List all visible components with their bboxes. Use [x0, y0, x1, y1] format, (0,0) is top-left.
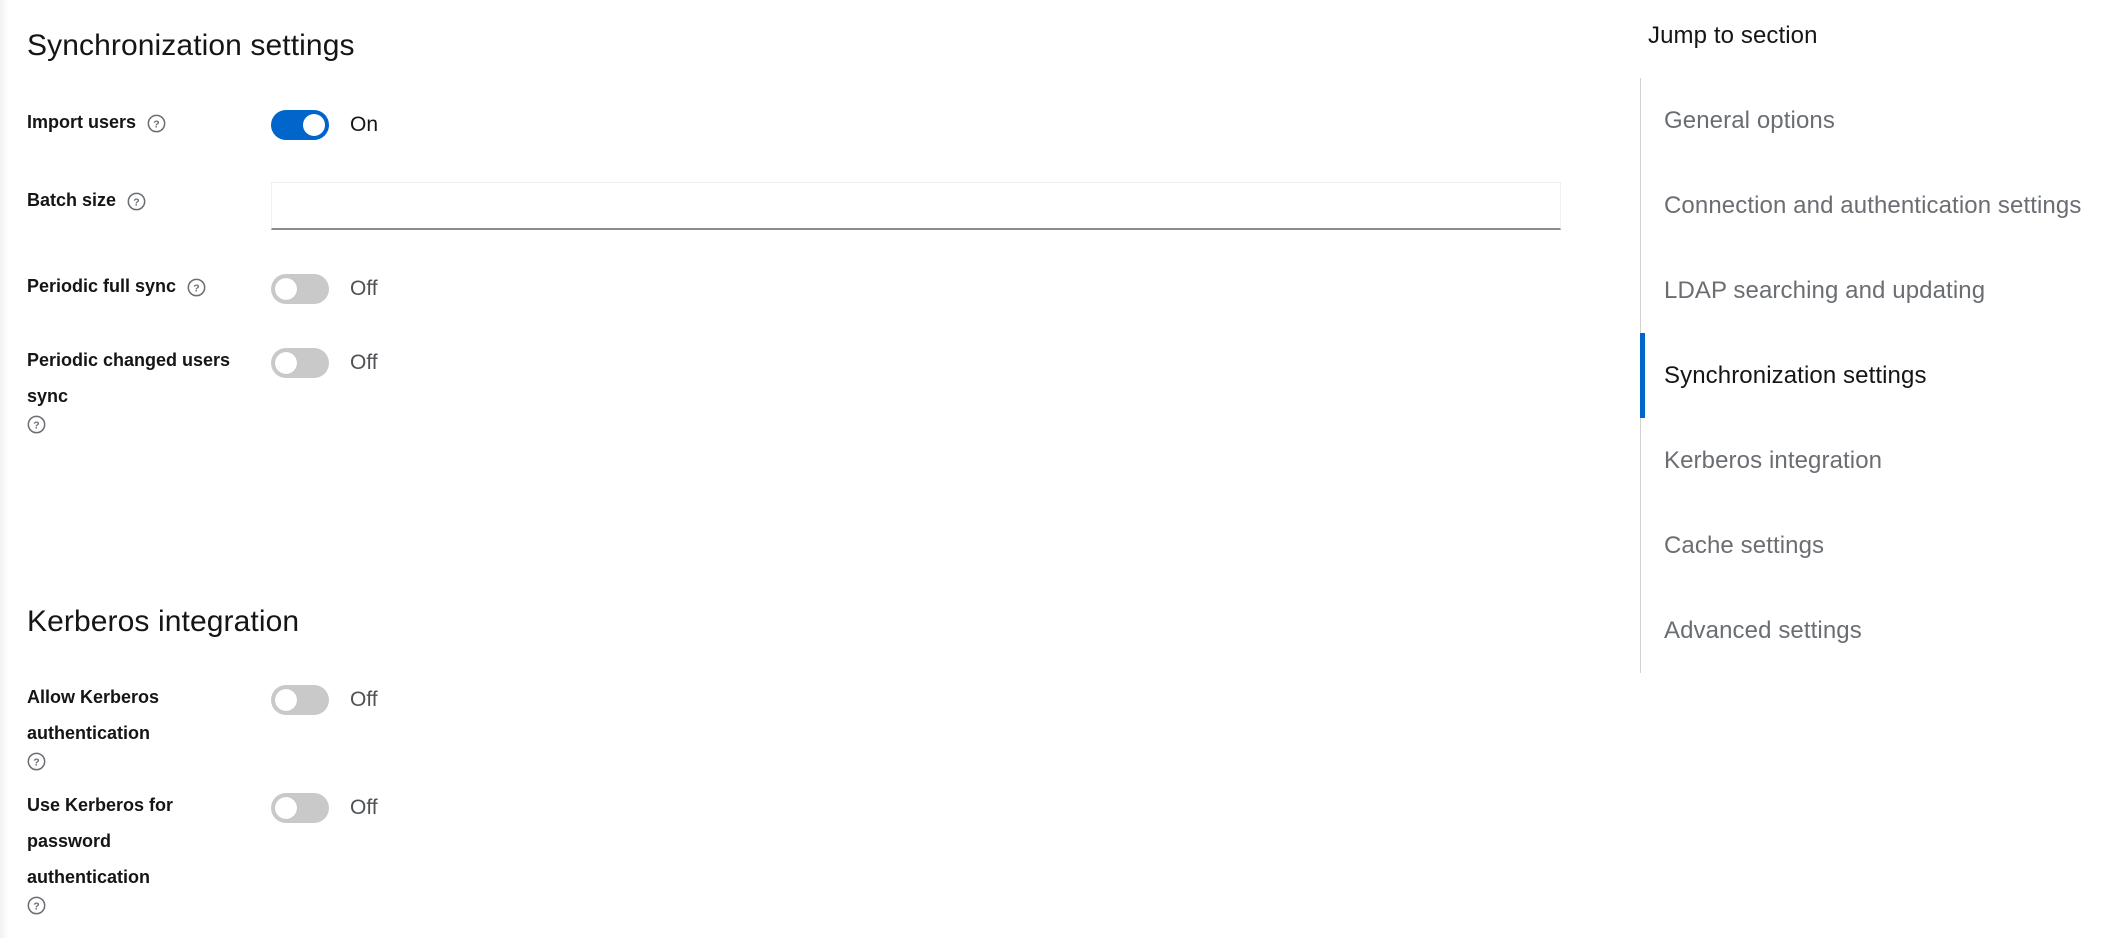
- field-allow-kerberos-authentication: Allow Kerberos authentication ? Off: [27, 679, 378, 771]
- toggle-knob: [275, 689, 297, 711]
- help-circle-icon[interactable]: ?: [27, 896, 46, 915]
- field-use-kerberos-for-password-authentication: Use Kerberos for password authentication…: [27, 787, 378, 915]
- sidebar-item-general-options[interactable]: General options: [1641, 78, 2123, 163]
- svg-text:?: ?: [153, 119, 159, 130]
- toggle-import-users[interactable]: [271, 110, 329, 140]
- field-control-use-kerberos-for-password-authentication: Off: [271, 787, 378, 823]
- field-label-periodic-full-sync: Periodic full sync ?: [27, 268, 271, 304]
- sidebar-item-label[interactable]: LDAP searching and updating: [1664, 277, 1985, 305]
- toggle-state-import-users: On: [350, 113, 379, 136]
- page-layout: Synchronization settings Import users ? …: [0, 0, 2123, 938]
- sidebar-item-label[interactable]: Cache settings: [1664, 532, 1824, 560]
- field-label-text: Allow Kerberos authentication: [27, 687, 160, 743]
- jump-to-section-list: General options Connection and authentic…: [1640, 78, 2123, 673]
- batch-size-input[interactable]: [271, 182, 1561, 230]
- jump-to-section-nav: Jump to section General options Connecti…: [1640, 0, 2123, 938]
- sidebar-item-label[interactable]: Connection and authentication settings: [1664, 192, 2081, 220]
- field-control-allow-kerberos-authentication: Off: [271, 679, 378, 715]
- help-circle-icon[interactable]: ?: [127, 192, 146, 211]
- sidebar-item-synchronization-settings[interactable]: Synchronization settings: [1640, 333, 2123, 418]
- sidebar-item-cache-settings[interactable]: Cache settings: [1641, 503, 2123, 588]
- help-circle-icon[interactable]: ?: [187, 278, 206, 297]
- toggle-periodic-full-sync[interactable]: [271, 274, 329, 304]
- sidebar-item-label[interactable]: Kerberos integration: [1664, 447, 1882, 475]
- help-circle-icon[interactable]: ?: [27, 752, 46, 771]
- svg-text:?: ?: [33, 420, 39, 431]
- jump-to-section-title: Jump to section: [1648, 22, 1818, 49]
- field-label-text: Import users: [27, 112, 137, 132]
- toggle-periodic-changed-users-sync[interactable]: [271, 348, 329, 378]
- toggle-knob: [275, 278, 297, 300]
- section-heading-synchronization-settings: Synchronization settings: [27, 29, 355, 62]
- field-label-import-users: Import users ?: [27, 104, 271, 140]
- toggle-allow-kerberos-authentication[interactable]: [271, 685, 329, 715]
- field-label-batch-size: Batch size ?: [27, 182, 271, 218]
- section-heading-kerberos-integration: Kerberos integration: [27, 605, 300, 638]
- svg-text:?: ?: [33, 757, 39, 768]
- svg-text:?: ?: [133, 197, 139, 208]
- sidebar-item-connection-and-authentication-settings[interactable]: Connection and authentication settings: [1641, 163, 2123, 248]
- active-indicator: [1640, 588, 1645, 673]
- toggle-state-use-kerberos-for-password-authentication: Off: [350, 796, 378, 819]
- toggle-state-periodic-full-sync: Off: [350, 277, 378, 300]
- field-label-text: Batch size: [27, 190, 117, 210]
- field-label-use-kerberos-for-password-authentication: Use Kerberos for password authentication…: [27, 787, 227, 915]
- sidebar-item-kerberos-integration[interactable]: Kerberos integration: [1641, 418, 2123, 503]
- sidebar-item-label[interactable]: Synchronization settings: [1664, 362, 1927, 390]
- field-label-text: Use Kerberos for password authentication: [27, 795, 174, 887]
- toggle-knob: [275, 352, 297, 374]
- sidebar-item-label[interactable]: Advanced settings: [1664, 617, 1862, 645]
- active-indicator: [1640, 418, 1645, 503]
- field-periodic-full-sync: Periodic full sync ? Off: [27, 268, 378, 304]
- field-label-periodic-changed-users-sync: Periodic changed users sync ?: [27, 342, 271, 434]
- toggle-state-periodic-changed-users-sync: Off: [350, 351, 378, 374]
- field-control-batch-size: [271, 182, 1561, 230]
- active-indicator: [1640, 503, 1645, 588]
- toggle-knob: [303, 114, 325, 136]
- svg-text:?: ?: [33, 901, 39, 912]
- toggle-use-kerberos-for-password-authentication[interactable]: [271, 793, 329, 823]
- active-indicator: [1640, 163, 1645, 248]
- field-control-periodic-changed-users-sync: Off: [271, 342, 378, 378]
- help-circle-icon[interactable]: ?: [147, 114, 166, 133]
- toggle-knob: [275, 797, 297, 819]
- active-indicator: [1640, 333, 1645, 418]
- active-indicator: [1640, 248, 1645, 333]
- toggle-state-allow-kerberos-authentication: Off: [350, 688, 378, 711]
- field-label-text: Periodic changed users sync: [27, 350, 231, 406]
- active-indicator: [1640, 78, 1645, 163]
- field-label-text: Periodic full sync: [27, 276, 177, 296]
- settings-form-panel: Synchronization settings Import users ? …: [0, 0, 1640, 938]
- field-periodic-changed-users-sync: Periodic changed users sync ? Off: [27, 342, 378, 434]
- sidebar-item-advanced-settings[interactable]: Advanced settings: [1641, 588, 2123, 673]
- sidebar-item-label[interactable]: General options: [1664, 107, 1835, 135]
- field-control-import-users: On: [271, 104, 378, 140]
- field-label-allow-kerberos-authentication: Allow Kerberos authentication ?: [27, 679, 271, 771]
- help-circle-icon[interactable]: ?: [27, 415, 46, 434]
- field-batch-size: Batch size ?: [27, 182, 1561, 230]
- svg-text:?: ?: [193, 283, 199, 294]
- field-control-periodic-full-sync: Off: [271, 268, 378, 304]
- sidebar-item-ldap-searching-and-updating[interactable]: LDAP searching and updating: [1641, 248, 2123, 333]
- field-import-users: Import users ? On: [27, 104, 378, 140]
